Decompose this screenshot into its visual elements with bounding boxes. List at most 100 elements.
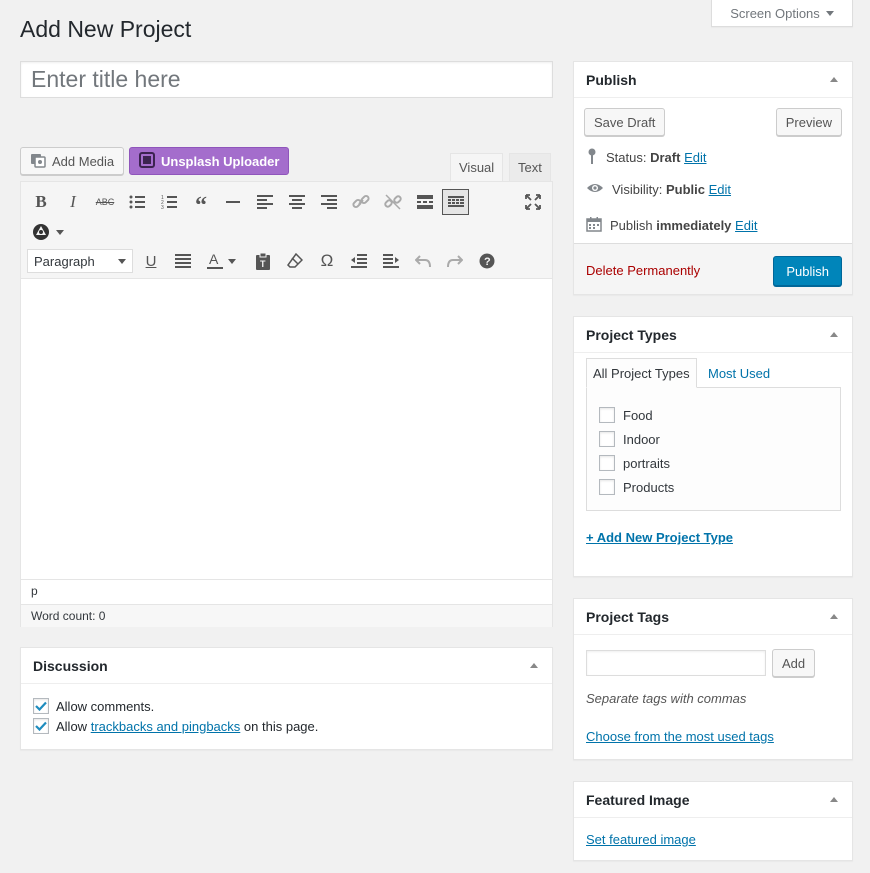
trackbacks-link[interactable]: trackbacks and pingbacks	[91, 719, 241, 734]
status-label: Status:	[606, 150, 647, 165]
editor-content-area[interactable]	[21, 279, 552, 579]
special-character-icon[interactable]: Ω	[315, 249, 339, 273]
edit-schedule-link[interactable]: Edit	[735, 218, 757, 233]
content-editor: B I ABC 123 “ Paragraph U A T Ω ? p Word…	[20, 181, 553, 627]
publish-label: Publish	[610, 218, 653, 233]
outdent-icon[interactable]	[347, 249, 371, 273]
editor-toolbar: B I ABC 123 “ Paragraph U A T Ω ?	[21, 182, 552, 279]
food-checkbox[interactable]	[599, 407, 615, 423]
pin-icon	[586, 148, 598, 167]
horizontal-rule-icon[interactable]	[221, 190, 245, 214]
allow-comments-label: Allow comments.	[56, 698, 155, 714]
project-tags-box: Project Tags Add Separate tags with comm…	[573, 598, 853, 760]
underline-icon[interactable]: U	[139, 249, 163, 273]
tab-visual[interactable]: Visual	[450, 153, 504, 181]
chevron-down-icon[interactable]	[53, 220, 67, 244]
justify-icon[interactable]	[171, 249, 195, 273]
add-media-label: Add Media	[52, 153, 115, 169]
word-count: Word count: 0	[21, 604, 552, 627]
featured-image-title: Featured Image	[586, 791, 690, 808]
visibility-row: Visibility: Public Edit	[586, 182, 731, 197]
redo-icon[interactable]	[443, 249, 467, 273]
indoor-checkbox[interactable]	[599, 431, 615, 447]
category-label: Indoor	[623, 431, 660, 447]
discussion-title: Discussion	[33, 657, 108, 674]
project-types-header[interactable]: Project Types	[574, 317, 852, 353]
edit-visibility-link[interactable]: Edit	[709, 182, 731, 197]
svg-text:3: 3	[161, 205, 164, 209]
discussion-header[interactable]: Discussion	[21, 648, 552, 684]
tag-input[interactable]	[586, 650, 766, 676]
bold-icon[interactable]: B	[29, 190, 53, 214]
collapse-arrow-icon[interactable]	[830, 77, 838, 82]
project-tags-title: Project Tags	[586, 608, 669, 625]
insert-link-icon[interactable]	[349, 190, 373, 214]
remove-link-icon[interactable]	[381, 190, 405, 214]
svg-text:A: A	[209, 252, 219, 267]
tab-all-project-types[interactable]: All Project Types	[586, 358, 697, 388]
preview-button[interactable]: Preview	[775, 108, 842, 136]
publish-button[interactable]: Publish	[773, 256, 842, 286]
add-tag-button[interactable]: Add	[772, 649, 816, 677]
fullscreen-icon[interactable]	[521, 190, 545, 214]
format-select[interactable]: Paragraph	[27, 249, 133, 273]
indent-icon[interactable]	[379, 249, 403, 273]
tab-text[interactable]: Text	[509, 153, 551, 181]
undo-icon[interactable]	[411, 249, 435, 273]
collapse-arrow-icon[interactable]	[830, 614, 838, 619]
help-icon[interactable]: ?	[475, 249, 499, 273]
screen-options-button[interactable]: Screen Options	[711, 0, 853, 27]
project-tags-header[interactable]: Project Tags	[574, 599, 852, 635]
products-checkbox[interactable]	[599, 479, 615, 495]
chevron-down-icon[interactable]	[225, 249, 239, 273]
collapse-arrow-icon[interactable]	[830, 797, 838, 802]
delete-permanently-link[interactable]: Delete Permanently	[586, 263, 700, 278]
publish-actions: Delete Permanently Publish	[574, 243, 852, 294]
category-label: Food	[623, 407, 653, 423]
numbered-list-icon[interactable]: 123	[157, 190, 181, 214]
project-types-box: Project Types All Project Types Most Use…	[573, 316, 853, 577]
add-new-project-type-link[interactable]: + Add New Project Type	[586, 530, 733, 545]
align-left-icon[interactable]	[253, 190, 277, 214]
collapse-arrow-icon[interactable]	[830, 332, 838, 337]
publish-header[interactable]: Publish	[574, 62, 852, 98]
list-item[interactable]: portraits	[599, 451, 828, 475]
strikethrough-icon[interactable]: ABC	[93, 190, 117, 214]
allow-pings-pre: Allow	[56, 718, 88, 734]
allow-pings-checkbox[interactable]	[33, 718, 49, 734]
edit-status-link[interactable]: Edit	[684, 150, 706, 165]
project-types-list: Food Indoor portraits Products	[586, 387, 841, 511]
bullet-list-icon[interactable]	[125, 190, 149, 214]
align-center-icon[interactable]	[285, 190, 309, 214]
publish-title: Publish	[586, 71, 637, 88]
svg-text:?: ?	[484, 256, 491, 268]
tab-most-used[interactable]: Most Used	[702, 358, 776, 388]
list-item[interactable]: Indoor	[599, 427, 828, 451]
toolbar-toggle-icon[interactable]	[442, 189, 469, 215]
align-right-icon[interactable]	[317, 190, 341, 214]
set-featured-image-link[interactable]: Set featured image	[586, 832, 696, 847]
svg-text:T: T	[260, 259, 266, 269]
collapse-arrow-icon[interactable]	[530, 663, 538, 668]
text-color-icon[interactable]: A	[203, 249, 227, 273]
visibility-label: Visibility:	[612, 182, 663, 197]
plugin-icon[interactable]	[29, 220, 53, 244]
allow-comments-checkbox[interactable]	[33, 698, 49, 714]
save-draft-button[interactable]: Save Draft	[584, 108, 666, 136]
editor-path[interactable]: p	[21, 579, 552, 604]
featured-image-header[interactable]: Featured Image	[574, 782, 852, 818]
page-title: Add New Project	[20, 16, 192, 42]
clear-formatting-icon[interactable]	[283, 249, 307, 273]
read-more-icon[interactable]	[413, 190, 437, 214]
calendar-icon	[586, 216, 602, 235]
italic-icon[interactable]: I	[61, 190, 85, 214]
choose-tags-link[interactable]: Choose from the most used tags	[586, 729, 774, 744]
paste-as-text-icon[interactable]: T	[251, 249, 275, 273]
blockquote-icon[interactable]: “	[189, 190, 213, 218]
list-item[interactable]: Food	[599, 403, 828, 427]
add-media-button[interactable]: Add Media	[20, 147, 125, 175]
post-title-input[interactable]	[20, 61, 553, 98]
portraits-checkbox[interactable]	[599, 455, 615, 471]
list-item[interactable]: Products	[599, 475, 828, 499]
unsplash-uploader-button[interactable]: Unsplash Uploader	[129, 147, 290, 175]
